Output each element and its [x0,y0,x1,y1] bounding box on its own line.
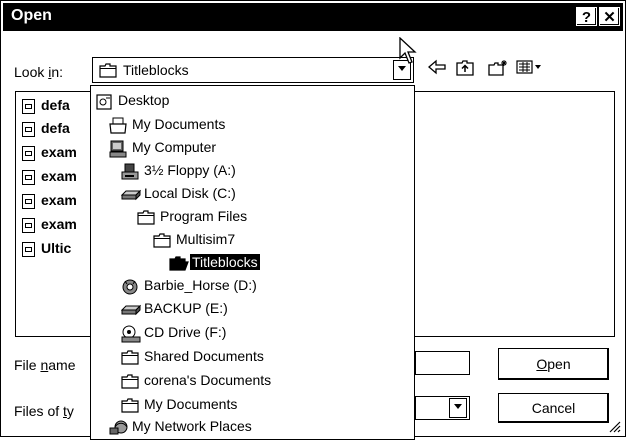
help-button[interactable]: ? [576,7,597,26]
folder-icon [121,373,139,391]
dropdown-item-label: Multisim7 [176,231,236,247]
documents-folder-icon [109,117,127,135]
mouse-cursor-icon [399,36,417,68]
look-in-dropdown-list[interactable]: Desktop My Documents My Computer 3½ Flop… [90,85,415,440]
dropdown-item-label: My Documents [144,396,238,412]
open-dialog: Open ? ✕ Look in: Titleblocks defa defa … [0,0,626,440]
up-folder-icon[interactable] [453,59,477,81]
open-folder-icon [169,255,189,273]
file-icon [22,170,35,185]
back-arrow-icon[interactable] [425,59,449,81]
file-icon [22,99,35,114]
dropdown-item-label: Local Disk (C:) [144,185,236,201]
file-label: defa [41,97,70,113]
new-folder-icon[interactable] [486,59,510,81]
file-type-select[interactable] [415,396,470,420]
floppy-drive-icon [121,163,139,181]
cancel-button[interactable]: Cancel [498,393,609,423]
look-in-combo[interactable]: Titleblocks [92,57,414,83]
hard-disk-icon [120,186,142,204]
dropdown-item-label: Program Files [160,208,248,224]
dropdown-item-label: 3½ Floppy (A:) [144,162,236,178]
file-icon [22,122,35,137]
file-label: exam [41,144,77,160]
dropdown-item-label: Titleblocks [190,254,260,270]
folder-icon [121,397,139,415]
look-in-value: Titleblocks [123,62,189,78]
dropdown-item-label: Desktop [118,92,170,108]
folder-icon [137,209,155,227]
view-menu-icon[interactable] [514,59,544,81]
computer-icon [109,140,127,158]
folder-icon [121,349,139,367]
open-button[interactable]: Open [498,348,609,380]
dropdown-item-label: corena's Documents [144,372,272,388]
file-icon [22,146,35,161]
file-icon [22,194,35,209]
chevron-down-icon[interactable] [449,398,467,418]
desktop-icon [95,93,113,111]
file-label: exam [41,192,77,208]
close-button[interactable]: ✕ [599,7,620,26]
cd-drive-icon [121,278,139,296]
dropdown-item-label: My Computer [132,139,217,155]
network-drive-icon [120,301,142,319]
look-in-label: Look in: [14,64,64,80]
dropdown-item-label: CD Drive (F:) [144,324,227,340]
folder-icon [153,232,171,250]
file-label: exam [41,216,77,232]
file-name-label: File name [14,357,76,373]
dropdown-item-label: Barbie_Horse (D:) [144,277,257,293]
file-label: defa [41,120,70,136]
title-bar[interactable]: Open ? ✕ [3,3,623,31]
cd-drive-icon [121,325,141,343]
network-places-icon [109,419,128,437]
file-name-input[interactable] [415,351,470,375]
dropdown-item-label: BACKUP (E:) [144,300,228,316]
resize-grip-icon[interactable] [607,419,621,433]
folder-icon [99,63,117,81]
file-icon [22,218,35,233]
file-label: exam [41,168,77,184]
file-label: Ultic [41,240,72,256]
dropdown-item-label: Shared Documents [144,348,264,364]
file-icon [22,242,35,257]
dropdown-item-label: My Documents [132,116,226,132]
dropdown-item-label: My Network Places [132,418,252,434]
file-type-label: Files of ty [14,403,74,419]
window-title: Open [11,7,52,24]
